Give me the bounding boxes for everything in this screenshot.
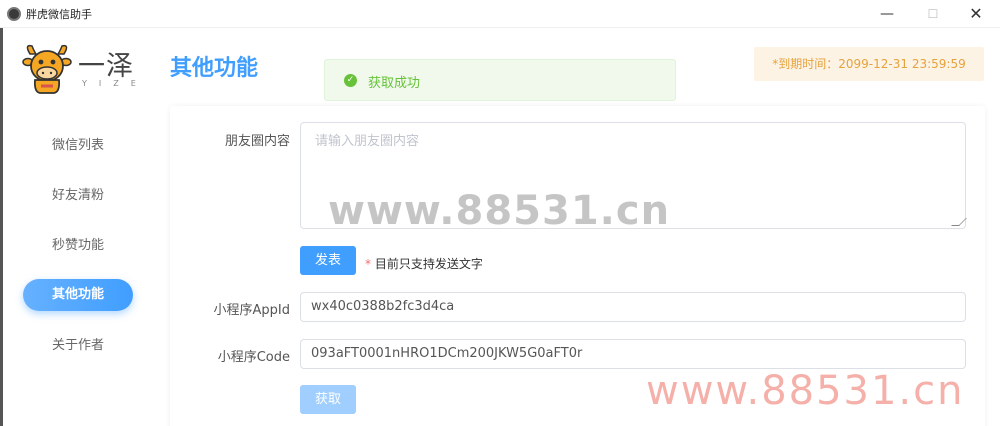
appid-input[interactable]: wx40c0388b2fc3d4ca [300,292,966,322]
sidebar-item-about-author[interactable]: 关于作者 [23,330,133,362]
minimize-button[interactable]: — [872,3,902,25]
toast-message: 获取成功 [368,76,421,91]
watermark-corner: www.88531.cn [646,368,965,414]
maximize-button[interactable]: ☐ [918,3,948,25]
logo-name: 一泽 [78,51,134,82]
page-title: 其他功能 [170,56,259,81]
publish-note: * 目前只支持发送文字 [365,255,483,272]
sidebar-item-other-functions[interactable]: 其他功能 [23,279,133,311]
resize-handle-icon[interactable] [951,218,967,226]
check-icon: ✓ [344,74,357,87]
sidebar-item-wechat-list[interactable]: 微信列表 [23,130,133,162]
watermark-center: www.88531.cn [328,188,671,234]
moments-content-placeholder: 请输入朋友圈内容 [315,134,420,149]
sidebar-item-friend-cleanup[interactable]: 好友清粉 [23,180,133,212]
success-toast: ✓ 获取成功 [324,59,676,101]
note-text: 目前只支持发送文字 [371,257,483,271]
sidebar-nav: 微信列表 好友清粉 秒赞功能 其他功能 关于作者 [3,110,153,426]
close-button[interactable]: ✕ [961,3,991,25]
moments-content-label: 朋友圈内容 [224,134,290,149]
code-input[interactable]: 093aFT0001nHRO1DCm200JKW5G0aFT0r [300,339,966,369]
title-bar: 胖虎微信助手 — ☐ ✕ [0,0,1000,28]
appid-label: 小程序AppId [213,303,290,318]
publish-button[interactable]: 发表 [300,246,356,275]
window-title: 胖虎微信助手 [26,8,92,21]
sidebar-item-auto-like[interactable]: 秒赞功能 [23,230,133,262]
logo-subtitle: YIZE [82,79,148,88]
mascot-logo-icon [22,44,72,94]
code-label: 小程序Code [217,350,290,365]
app-icon [7,7,21,21]
fetch-button[interactable]: 获取 [300,385,356,414]
expiry-badge: *到期时间：2099-12-31 23:59:59 [754,47,984,81]
